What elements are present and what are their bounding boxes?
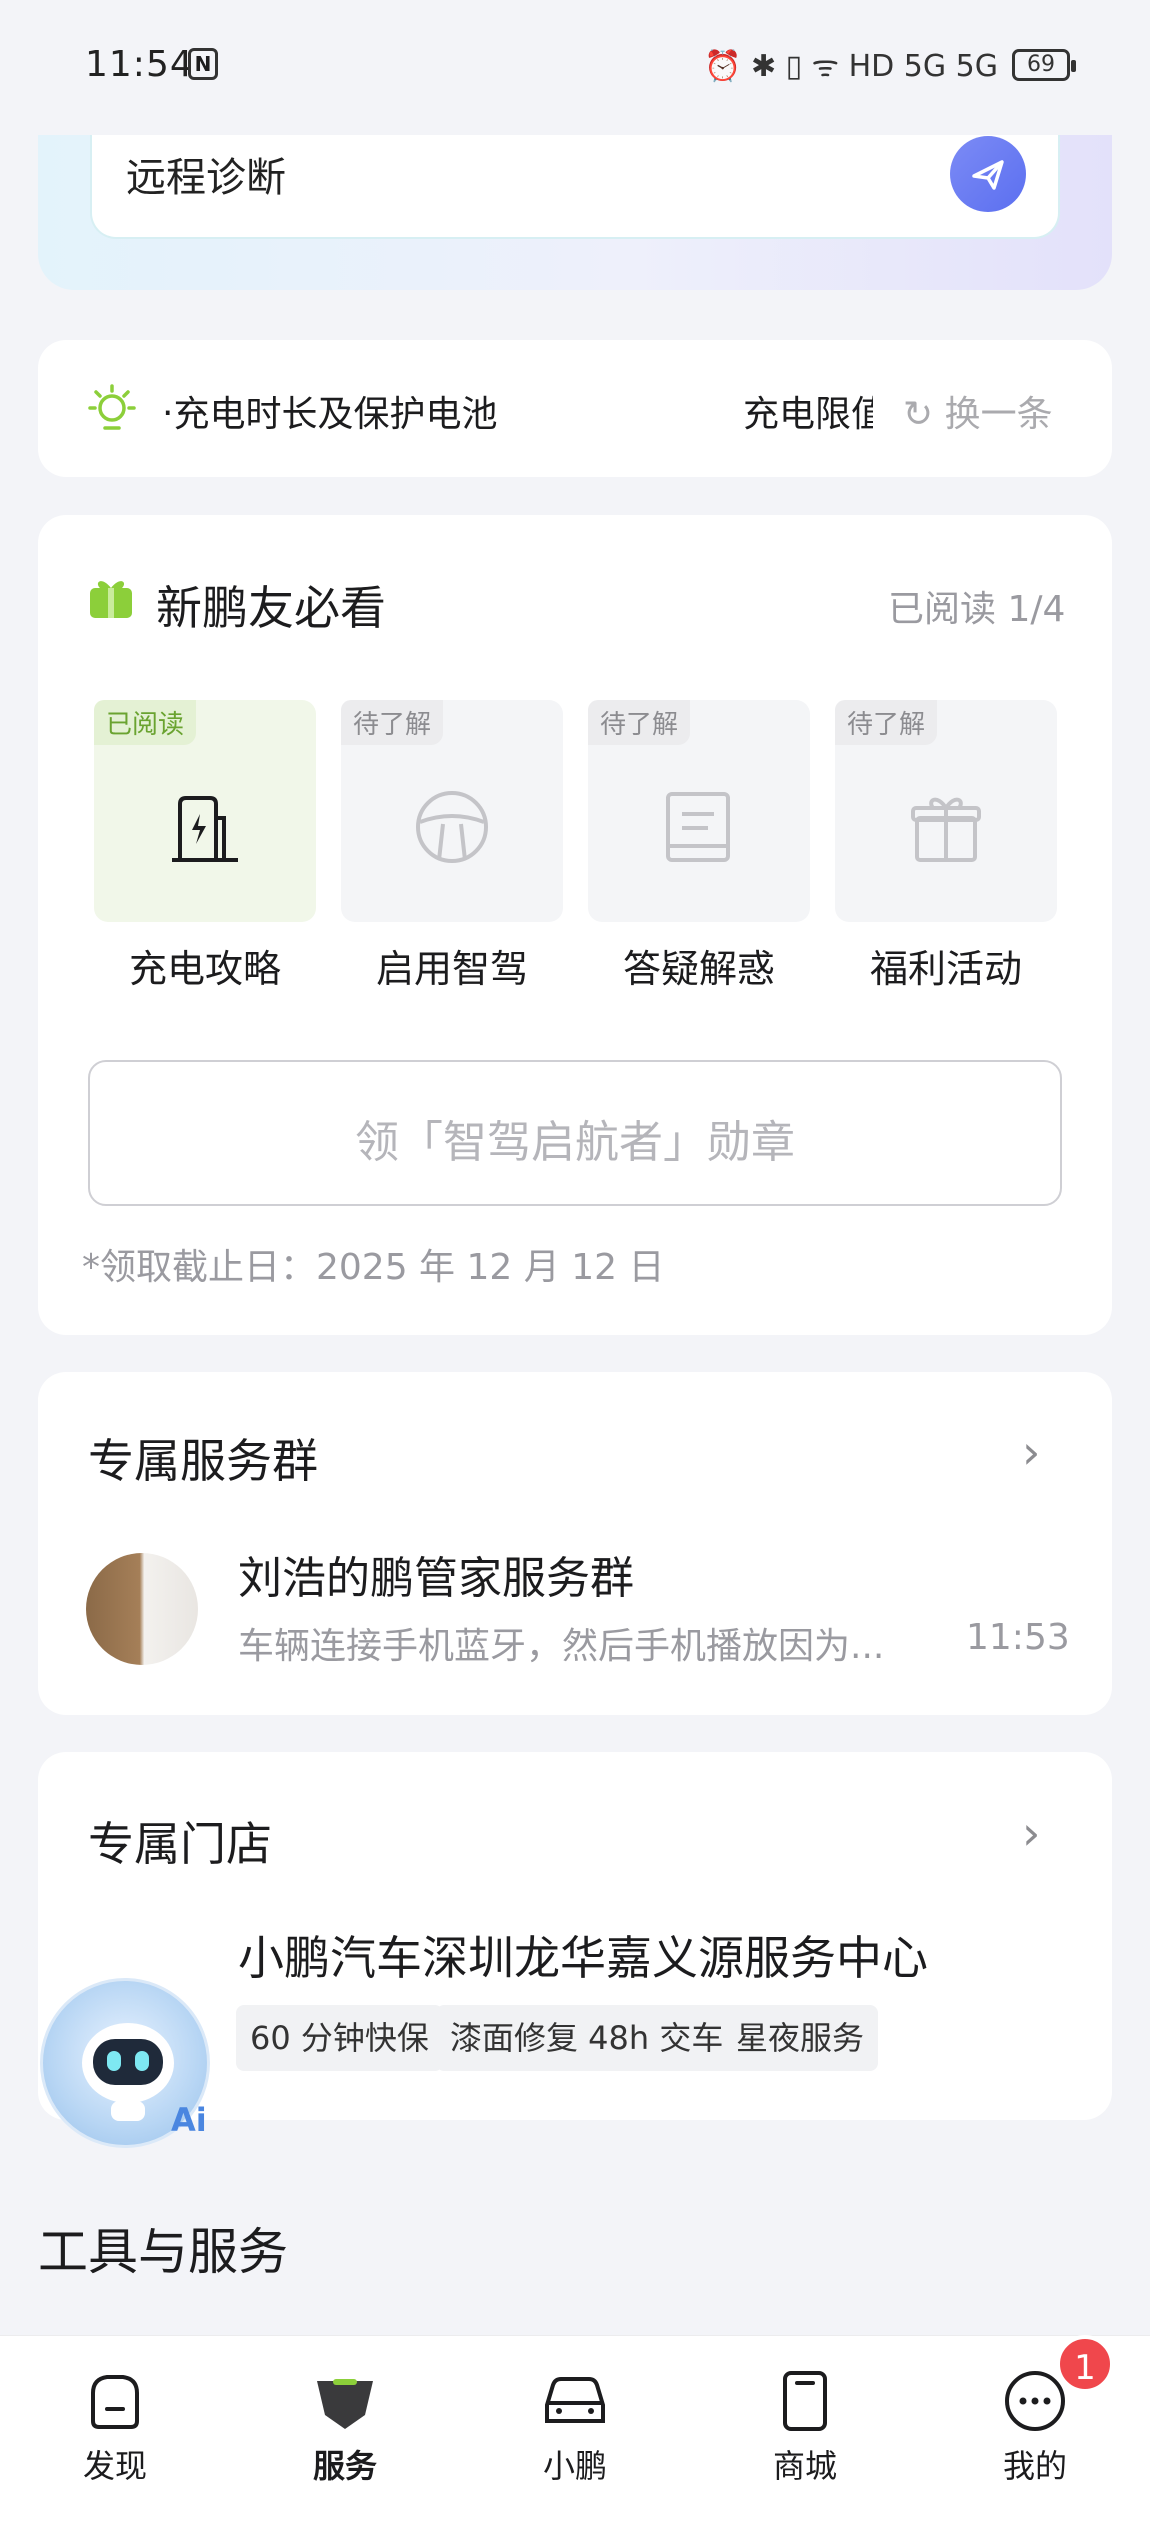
- new-friend-title: 新鹏友必看: [156, 581, 386, 635]
- claim-badge-label: 领「智驾启航者」勋章: [355, 1117, 795, 1168]
- tile-smart-driving[interactable]: 待了解: [341, 700, 563, 922]
- tip-text: ‧充电时长及保护电池: [162, 394, 498, 435]
- store-name: 小鹏汽车深圳龙华嘉义源服务中心: [238, 1931, 928, 1985]
- tile-tag: 待了解: [835, 700, 938, 745]
- group-message-time: 11:53: [966, 1617, 1070, 1658]
- status-time: 11:54: [85, 44, 194, 85]
- notification-badge: 1: [1056, 2335, 1114, 2393]
- service-icon: [317, 2379, 373, 2429]
- ai-label: Ai: [171, 2101, 207, 2139]
- send-icon: [972, 160, 1004, 190]
- nav-label: 发现: [82, 2447, 147, 2485]
- group-last-message: 车辆连接手机蓝牙，然后手机播放因为...: [238, 1626, 885, 1667]
- refresh-label: 换一条: [944, 394, 1053, 435]
- nav-label: 商城: [772, 2447, 837, 2485]
- steering-wheel-icon: [416, 791, 488, 863]
- ai-assistant-button[interactable]: Ai: [40, 1978, 210, 2148]
- tile-label: 福利活动: [869, 947, 1022, 991]
- battery-icon: 69: [1012, 48, 1076, 81]
- diagnosis-label: 远程诊断: [126, 155, 286, 201]
- charger-icon: [172, 796, 238, 862]
- lightbulb-icon: [88, 384, 136, 430]
- tile-benefits[interactable]: 待了解: [835, 700, 1057, 922]
- gift-icon: [90, 581, 132, 618]
- refresh-tip-button[interactable]: ↻ 换一条: [903, 385, 1053, 437]
- tile-tag: 待了解: [341, 700, 444, 745]
- tip-text-next: 充电限值: [743, 394, 873, 435]
- status-icons: ⏰ ✱ ▯ ᯤ HD 5G 5G 69: [704, 44, 1076, 85]
- nav-label: 服务: [312, 2447, 377, 2485]
- nfc-icon: N: [188, 48, 218, 80]
- tile-tag: 待了解: [588, 700, 691, 745]
- store-section-title: 专属门店: [88, 1817, 272, 1871]
- nav-xpeng[interactable]: 小鹏: [500, 2365, 650, 2487]
- tile-faq[interactable]: 待了解: [588, 700, 810, 922]
- nav-shop[interactable]: 商城: [730, 2365, 880, 2487]
- tile-label: 启用智驾: [375, 947, 528, 991]
- status-bar: 11:54 N ⏰ ✱ ▯ ᯤ HD 5G 5G 69: [0, 0, 1150, 135]
- chevron-right-icon[interactable]: ›: [1022, 1806, 1040, 1860]
- tile-tag: 已阅读: [94, 700, 197, 745]
- nav-label: 我的: [1002, 2447, 1067, 2485]
- claim-deadline: *领取截止日：2025 年 12 月 12 日: [82, 1247, 665, 1288]
- nav-label: 小鹏: [542, 2447, 607, 2485]
- tile-label: 答疑解惑: [622, 947, 775, 991]
- refresh-icon: ↻: [903, 394, 945, 435]
- service-group-title: 专属服务群: [88, 1434, 318, 1488]
- nav-discover[interactable]: 发现: [40, 2365, 190, 2487]
- nav-service[interactable]: 服务: [270, 2365, 420, 2487]
- chevron-right-icon[interactable]: ›: [1022, 1425, 1040, 1479]
- status-indicators: ⏰ ✱ ▯ ᯤ HD 5G 5G: [704, 49, 998, 84]
- group-name: 刘浩的鹏管家服务群: [238, 1553, 634, 1604]
- service-chip: 星夜服务: [722, 2005, 879, 2071]
- gift-box-icon: [911, 797, 981, 862]
- car-icon: [545, 2377, 605, 2423]
- tile-label: 充电攻略: [128, 947, 281, 991]
- discover-icon: [91, 2375, 139, 2429]
- tools-section-title: 工具与服务: [38, 2223, 288, 2281]
- book-icon: [666, 792, 730, 862]
- read-progress: 已阅读 1/4: [888, 589, 1066, 630]
- tile-charging-guide[interactable]: 已阅读: [94, 700, 316, 922]
- group-avatar: [86, 1553, 198, 1665]
- service-chip: 漆面修复 48h 交车: [436, 2005, 738, 2071]
- service-chip: 60 分钟快保: [236, 2005, 443, 2071]
- shop-icon: [783, 2371, 827, 2431]
- new-friend-card: [38, 515, 1112, 1335]
- send-button[interactable]: [950, 136, 1026, 212]
